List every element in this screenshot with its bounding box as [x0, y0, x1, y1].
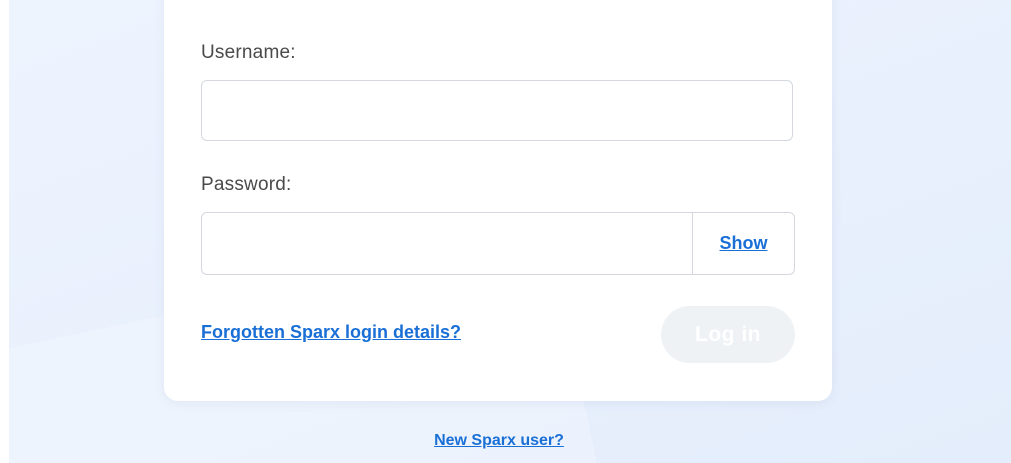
- forgotten-login-link[interactable]: Forgotten Sparx login details?: [201, 322, 461, 343]
- password-field: Show: [201, 212, 795, 275]
- show-password-button[interactable]: Show: [692, 213, 794, 274]
- login-card: Username: Password: Show Forgotten Sparx…: [164, 0, 832, 401]
- username-input[interactable]: [201, 80, 793, 141]
- new-user-link[interactable]: New Sparx user?: [9, 432, 989, 450]
- login-button[interactable]: Log in: [661, 306, 795, 363]
- page-background: Username: Password: Show Forgotten Sparx…: [9, 0, 1011, 463]
- username-label: Username:: [201, 42, 296, 63]
- password-label: Password:: [201, 174, 292, 195]
- password-input[interactable]: [202, 213, 692, 274]
